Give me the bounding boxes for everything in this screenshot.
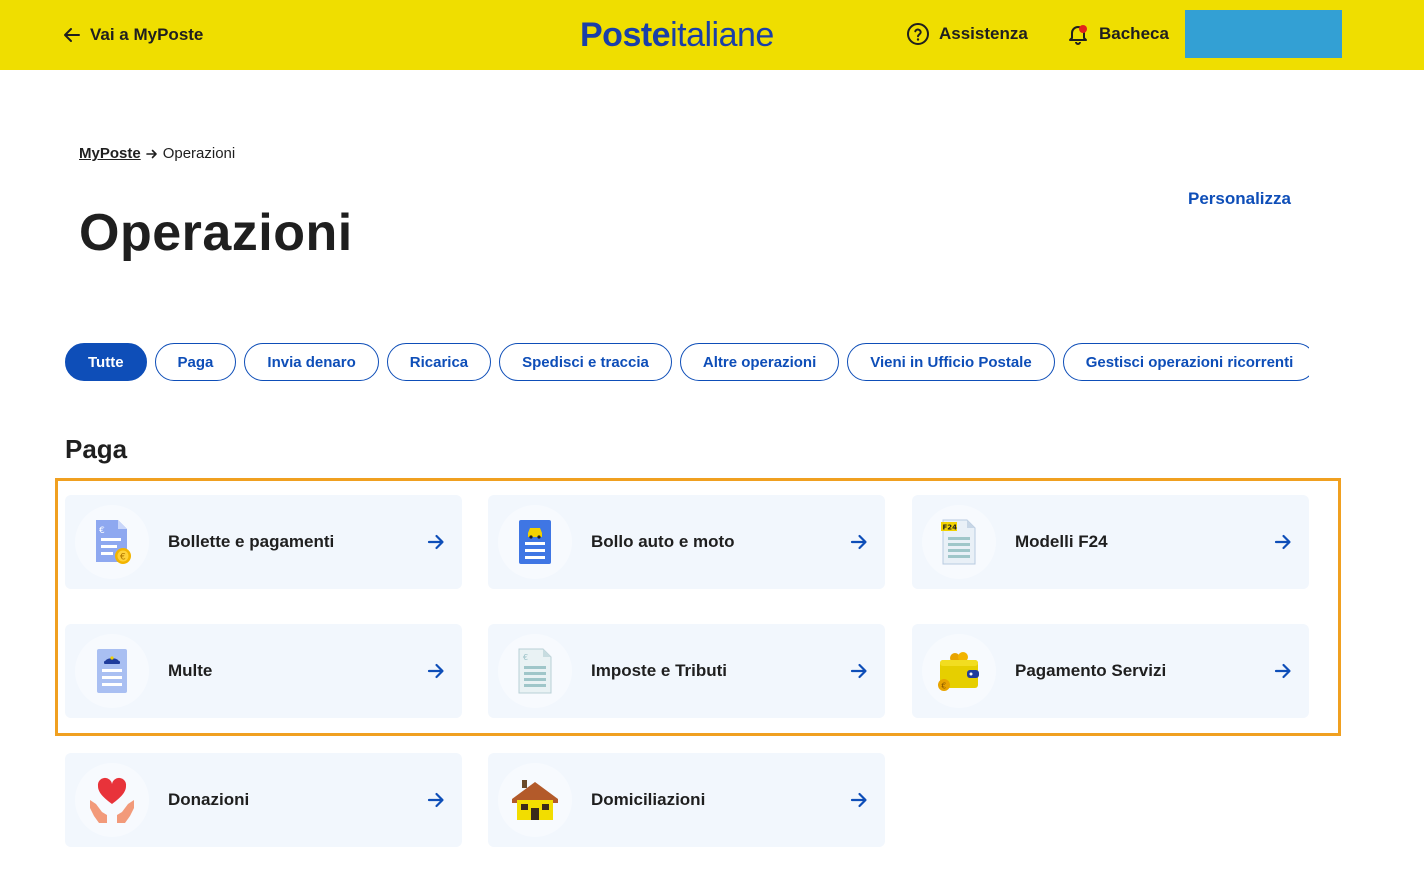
poste-italiane-logo[interactable]: Posteitaliane [580,16,774,55]
card-bollette-e-pagamenti[interactable]: € € Bollette e pagamenti [65,495,462,589]
svg-text:€: € [523,653,528,662]
svg-text:€: € [120,553,126,563]
breadcrumb-myposte-link[interactable]: MyPoste [79,145,141,162]
chip-gestisci-operazioni-ricorrenti[interactable]: Gestisci operazioni ricorrenti [1062,343,1309,381]
chip-invia-denaro[interactable]: Invia denaro [244,343,379,381]
bacheca-button[interactable]: Bacheca [1066,22,1169,46]
assistenza-button[interactable]: Assistenza [906,22,1028,46]
chip-paga[interactable]: Paga [154,343,237,381]
svg-text:€: € [941,682,946,691]
arrow-right-icon [1274,663,1291,679]
breadcrumb-current: Operazioni [162,145,236,162]
personalizza-link[interactable]: Personalizza [1188,189,1291,209]
arrow-right-icon [850,663,867,679]
chip-spedisci-e-traccia[interactable]: Spedisci e traccia [499,343,672,381]
help-circle-icon [907,23,929,45]
arrow-right-icon [1274,534,1291,550]
card-label: Multe [168,661,213,680]
f24-document-icon: F24 [941,519,976,565]
arrow-right-icon [427,534,444,550]
filter-chips: Tutte Paga Invia denaro Ricarica Spedisc… [65,343,1309,381]
card-domiciliazioni[interactable]: Domiciliazioni [488,753,885,847]
back-to-myposte-link[interactable]: Vai a MyPoste [62,25,203,45]
page-title: Operazioni [79,204,353,262]
card-modelli-f24[interactable]: F24 Modelli F24 [912,495,1309,589]
card-multe[interactable]: Multe [65,624,462,718]
bill-euro-icon: € € [96,520,131,564]
section-title-paga: Paga [65,434,128,464]
wallet-icon: € [938,652,979,691]
chip-ricarica[interactable]: Ricarica [386,343,492,381]
police-fine-icon [97,649,127,693]
card-bollo-auto-e-moto[interactable]: Bollo auto e moto [488,495,885,589]
bell-notification-icon [1069,25,1087,45]
heart-hands-icon [90,777,134,823]
bacheca-label: Bacheca [1099,24,1169,43]
card-pagamento-servizi[interactable]: € Pagamento Servizi [912,624,1309,718]
card-imposte-e-tributi[interactable]: € Imposte e Tributi [488,624,885,718]
top-bar: Vai a MyPoste Posteitaliane Assistenza B… [0,0,1424,70]
card-label: Imposte e Tributi [591,661,728,680]
arrow-right-icon [850,792,867,808]
card-label: Domiciliazioni [591,790,706,809]
card-donazioni[interactable]: Donazioni [65,753,462,847]
svg-text:F24: F24 [943,524,958,532]
chip-vieni-in-ufficio-postale[interactable]: Vieni in Ufficio Postale [847,343,1055,381]
card-label: Modelli F24 [1015,532,1108,551]
user-account-box[interactable] [1185,10,1342,58]
house-icon [512,780,558,820]
car-document-icon [519,520,551,564]
tax-document-icon: € [518,648,552,694]
card-label: Donazioni [168,790,250,809]
assistenza-label: Assistenza [939,24,1028,43]
chip-altre-operazioni[interactable]: Altre operazioni [679,343,840,381]
arrow-left-icon [64,28,80,42]
card-label: Bollo auto e moto [591,532,735,551]
card-label: Pagamento Servizi [1015,661,1167,680]
arrow-right-icon [427,663,444,679]
arrow-right-icon [850,534,867,550]
chip-tutte[interactable]: Tutte [65,343,147,381]
arrow-right-icon [427,792,444,808]
card-label: Bollette e pagamenti [168,532,335,551]
svg-text:€: € [99,526,105,536]
back-link-label: Vai a MyPoste [90,25,204,44]
arrow-right-icon [145,149,157,158]
breadcrumb: MyPoste Operazioni [79,145,235,162]
